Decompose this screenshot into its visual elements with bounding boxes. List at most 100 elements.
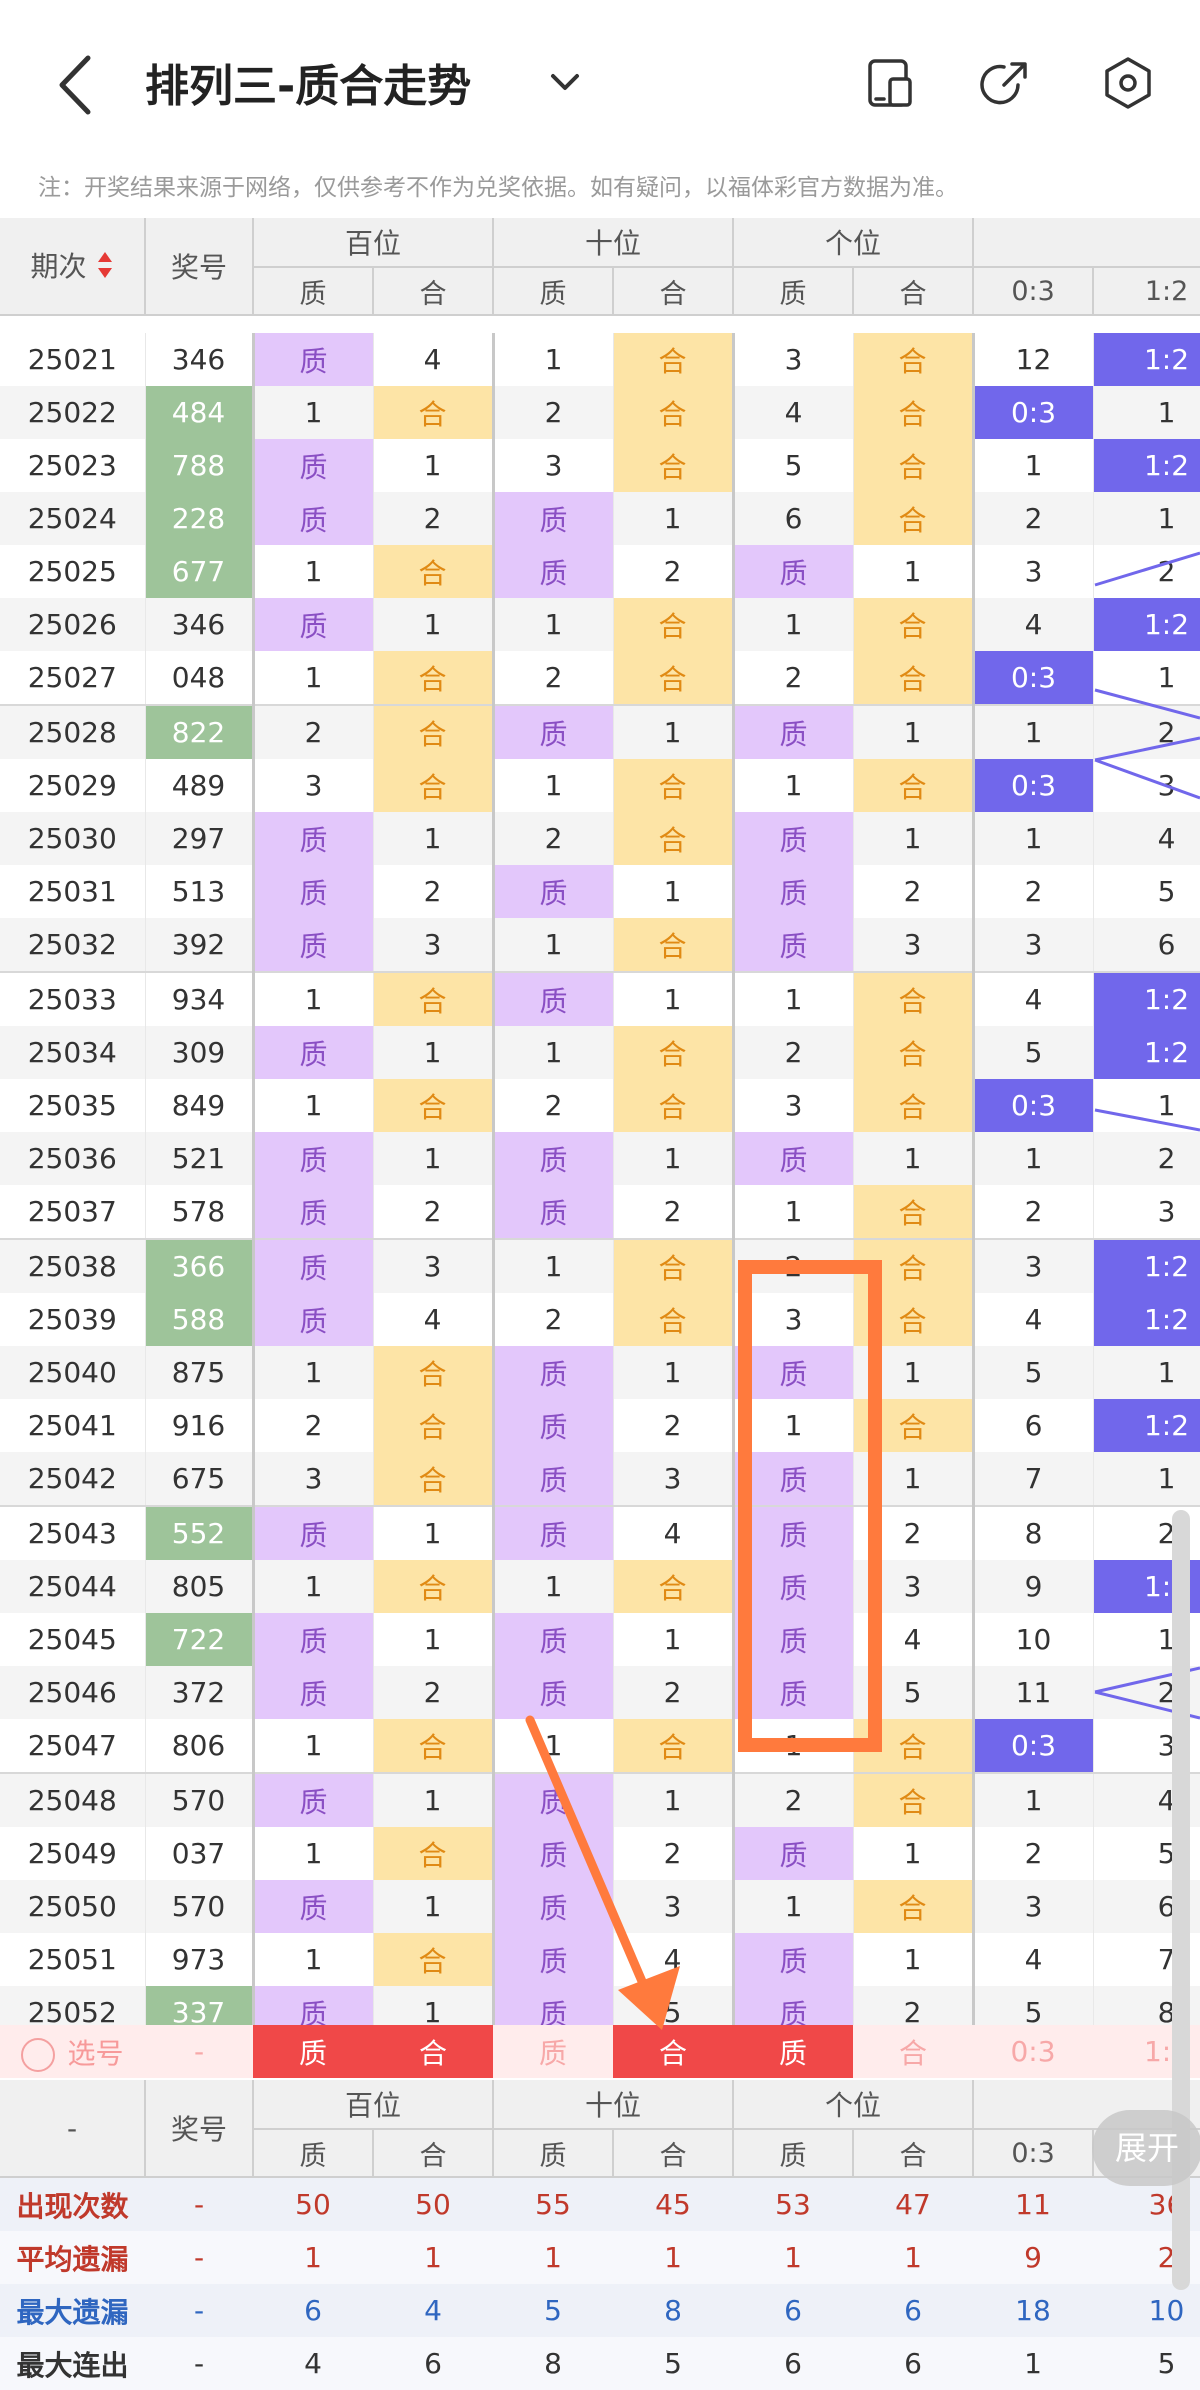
trend-cell: 2 [853,1505,975,1560]
trend-cell: 1 [853,812,975,865]
trend-cell: 1 [493,1719,614,1773]
table-row: 25038 366 质 3 1 合 2 合 3 1:2 [0,1238,1200,1293]
issue-cell: 25040 [0,1346,146,1399]
trend-cell: 质 [733,812,854,865]
trend-cell: 1 [493,333,614,386]
trend-cell: 质 [733,1613,854,1666]
back-arrow-icon[interactable] [50,50,100,120]
settings-hexagon-icon[interactable] [1100,55,1156,111]
share-icon[interactable] [978,55,1034,111]
table-row: 25040 875 1 合质 1 质 1 5 1 [0,1346,1200,1399]
issue-cell: 25048 [0,1772,146,1827]
trend-cell: 4 [973,1293,1094,1346]
trend-cell: 合 [373,1346,495,1399]
trend-cell: 1 [733,759,854,812]
phone-layout-icon[interactable] [862,55,918,111]
trend-cell: 1 [853,1933,975,1986]
trend-cell: 1 [853,704,975,759]
stats-cell: 6 [733,2337,853,2390]
issue-cell: 25037 [0,1185,146,1239]
select-cell[interactable]: 合 [373,2025,493,2078]
select-cell[interactable]: 质 [733,2025,853,2078]
trend-cell: 质 [733,545,854,598]
trend-cell: 5 [973,1346,1094,1399]
stats-cell: 53 [733,2178,853,2231]
stats-row-label: 最大连出 [0,2337,145,2390]
trend-cell: 6 [733,492,854,545]
trend-cell: 质 [733,1827,854,1880]
stats-row: 最大遗漏 -6 4 5 8 6 6 18 10 [0,2284,1200,2337]
trend-cell: 质 [733,865,854,918]
table-row: 25050 570 质 1 质 3 1 合 3 6 [0,1880,1200,1933]
table-row: 25021 346 质 4 1 合 3 合 12 1:2 [0,333,1200,386]
trend-cell: 合 [373,759,495,812]
trend-cell: 0:3 [973,1079,1094,1132]
select-dash: - [145,2025,253,2078]
trend-cell: 2 [493,812,614,865]
trend-cell: 质 [733,1560,854,1613]
sub-header: 1:2 [1093,267,1200,316]
trend-cell: 1:2 [1093,971,1200,1026]
sub-header: 合 [853,267,975,316]
trend-cell: 合 [853,1293,975,1346]
trend-table-wrapper[interactable]: 期次 奖号 百位 十位 个位 质 质 合 质 合 质 合 0:3 1:2 [0,218,1200,2085]
issue-cell: 25038 [0,1238,146,1293]
issue-cell: 25033 [0,971,146,1026]
stats-row-label: 最大遗漏 [0,2284,145,2337]
trend-cell: 质 [493,865,614,918]
trend-cell: 2 [613,1185,735,1239]
header-issue[interactable]: 期次 [0,218,146,316]
trend-cell: 质 [253,1293,374,1346]
prize-number-cell: 805 [145,1560,255,1613]
table-row: 25023 788 质 1 3 合 5 合 1 1:2 [0,439,1200,492]
trend-cell: 合 [373,1399,495,1452]
select-cell[interactable]: 合 [613,2025,733,2078]
trend-cell: 质 [493,1132,614,1185]
trend-cell: 3 [973,1238,1094,1293]
stats-cell: 5 [1093,2337,1200,2390]
trend-cell: 3 [253,1452,374,1506]
prize-number-cell: 228 [145,492,255,545]
radio-circle-icon[interactable] [21,2037,56,2072]
trend-cell: 1 [1093,1346,1200,1399]
prize-number-cell: 489 [145,759,255,812]
table-row: 25033 934 1 合质 1 1 合 4 1:2 [0,971,1200,1026]
trend-cell: 3 [1093,759,1200,812]
trend-cell: 合 [373,1452,495,1506]
trend-cell: 10 [973,1613,1094,1666]
trend-cell: 合 [613,918,735,972]
prize-number-cell: 392 [145,918,255,972]
stats-sub-header: 0:3 [973,2129,1095,2178]
trend-cell: 3 [373,1238,495,1293]
trend-cell: 质 [253,812,374,865]
chevron-down-icon[interactable] [545,62,585,102]
trend-cell: 质 [733,1505,854,1560]
issue-cell: 25030 [0,812,146,865]
trend-cell: 1:2 [1093,1293,1200,1346]
issue-cell: 25023 [0,439,146,492]
trend-cell: 1 [493,1026,614,1079]
trend-cell: 质 [493,492,614,545]
table-row: 25046 372 质 2 质 2 质 5 11 2 [0,1666,1200,1719]
select-cell[interactable]: 0:3 [973,2025,1093,2078]
select-cell[interactable]: 质 [493,2025,613,2078]
trend-cell: 2 [1093,704,1200,759]
trend-cell: 1 [1093,386,1200,439]
trend-cell: 1:2 [1093,333,1200,386]
trend-cell: 2 [493,1079,614,1132]
table-row: 25043 552 质 1 质 4 质 2 8 2 [0,1505,1200,1560]
trend-cell: 5 [853,1666,975,1719]
issue-cell: 25035 [0,1079,146,1132]
select-cell[interactable]: 质 [253,2025,373,2078]
expand-button[interactable]: 展开 [1092,2110,1200,2186]
stats-cell: 1 [493,2231,613,2284]
trend-cell: 2 [973,865,1094,918]
trend-cell: 2 [373,865,495,918]
trend-cell: 0:3 [973,759,1094,812]
stats-cell: 6 [373,2337,493,2390]
trend-cell: 4 [1093,812,1200,865]
select-radio-label[interactable]: 选号 [0,2025,145,2078]
trend-cell: 质 [733,1346,854,1399]
trend-cell: 3 [733,1293,854,1346]
select-cell[interactable]: 合 [853,2025,973,2078]
